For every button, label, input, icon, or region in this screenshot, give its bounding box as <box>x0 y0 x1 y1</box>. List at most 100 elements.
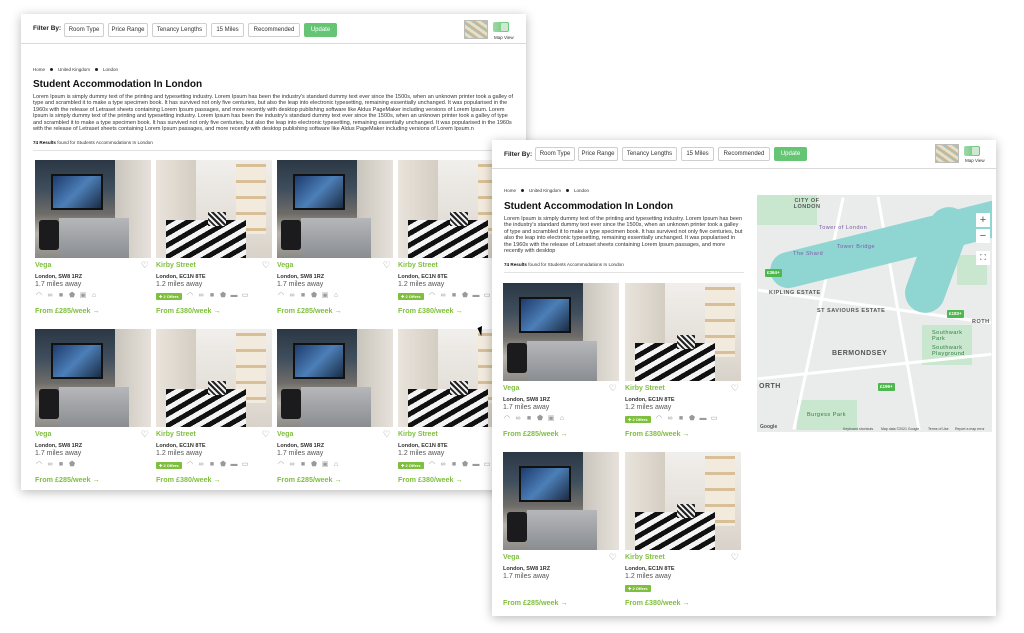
map-label: KIPLING ESTATE <box>769 290 821 296</box>
map-view-toggle[interactable] <box>964 146 980 156</box>
favorite-heart-icon[interactable]: ♡ <box>731 553 739 562</box>
listing-price-link[interactable]: From £285/week → <box>35 475 100 484</box>
price-range-filter[interactable]: Price Range <box>578 147 618 161</box>
listing-name[interactable]: Vega <box>35 431 51 438</box>
map-thumbnail[interactable] <box>935 144 959 163</box>
distance-filter[interactable]: 15 Miles <box>681 147 714 161</box>
keyboard-shortcuts-link[interactable]: Keyboard shortcuts <box>843 427 873 431</box>
listing-card[interactable]: Kirby Street ♡ London, EC1N 8TE 1.2 mile… <box>625 283 741 441</box>
listing-photo[interactable] <box>156 160 272 258</box>
listing-address: London, EC1N 8TE <box>156 274 206 280</box>
favorite-heart-icon[interactable]: ♡ <box>609 384 617 393</box>
sort-filter[interactable]: Recommended <box>248 23 300 37</box>
listing-photo[interactable] <box>35 329 151 427</box>
report-error-link[interactable]: Report a map error <box>955 427 985 431</box>
listing-name[interactable]: Kirby Street <box>398 431 438 438</box>
listing-price-link[interactable]: From £285/week → <box>35 306 100 315</box>
listing-photo[interactable] <box>503 283 619 381</box>
listing-price-link[interactable]: From £380/week → <box>156 306 221 315</box>
map-price-pin[interactable]: £199+ <box>878 383 895 391</box>
distance-filter[interactable]: 15 Miles <box>211 23 244 37</box>
listing-name[interactable]: Kirby Street <box>625 554 665 561</box>
map-thumbnail[interactable] <box>464 20 488 39</box>
breadcrumb-uk[interactable]: United Kingdom <box>529 188 561 193</box>
listing-name[interactable]: Vega <box>35 262 51 269</box>
listing-photo[interactable] <box>156 329 272 427</box>
listing-name[interactable]: Kirby Street <box>156 431 196 438</box>
favorite-heart-icon[interactable]: ♡ <box>262 430 270 439</box>
fullscreen-icon[interactable]: ⛶ <box>976 251 990 265</box>
favorite-heart-icon[interactable]: ♡ <box>383 430 391 439</box>
favorite-heart-icon[interactable]: ♡ <box>141 430 149 439</box>
listing-photo[interactable] <box>277 329 393 427</box>
zoom-out-button[interactable]: − <box>976 229 990 243</box>
listing-card[interactable]: Vega ♡ London, SW8 1RZ 1.7 miles away ◠ ∞… <box>35 329 151 487</box>
map-view-toggle[interactable] <box>493 22 509 32</box>
offers-badge[interactable]: ✚ 2 Offers <box>156 293 182 300</box>
listing-photo[interactable] <box>277 160 393 258</box>
offers-badge[interactable]: ✚ 2 Offers <box>625 416 651 423</box>
listing-photo[interactable] <box>625 283 741 381</box>
listing-card[interactable]: Vega ♡ London, SW8 1RZ 1.7 miles away ◠ ∞… <box>503 283 619 441</box>
favorite-heart-icon[interactable]: ♡ <box>141 261 149 270</box>
room-type-filter[interactable]: Room Type <box>535 147 575 161</box>
map-panel[interactable]: CITY OF LONDON Tower of London Tower Bri… <box>757 195 992 432</box>
offers-badge[interactable]: ✚ 2 Offers <box>398 462 424 469</box>
listing-price-link[interactable]: From £285/week → <box>277 475 342 484</box>
favorite-heart-icon[interactable]: ♡ <box>609 553 617 562</box>
offers-badge[interactable]: ✚ 2 Offers <box>625 585 651 592</box>
listing-name[interactable]: Kirby Street <box>625 385 665 392</box>
listing-card[interactable]: Vega ♡ London, SW8 1RZ 1.7 miles away ◠ ∞… <box>277 329 393 487</box>
breadcrumb-london[interactable]: London <box>103 67 118 72</box>
listing-photo[interactable] <box>503 452 619 550</box>
listing-price-link[interactable]: From £380/week → <box>625 429 690 438</box>
listing-photo[interactable] <box>625 452 741 550</box>
listing-card[interactable]: Kirby Street ♡ London, EC1N 8TE 1.2 mile… <box>156 160 272 318</box>
listing-price-link[interactable]: From £380/week → <box>398 306 463 315</box>
room-type-filter[interactable]: Room Type <box>64 23 104 37</box>
listing-price-link[interactable]: From £285/week → <box>503 429 568 438</box>
update-button[interactable]: Update <box>304 23 337 37</box>
price-range-filter[interactable]: Price Range <box>108 23 148 37</box>
map-price-pin[interactable]: £183+ <box>947 310 964 318</box>
listing-card[interactable]: Kirby Street ♡ London, EC1N 8TE 1.2 mile… <box>625 452 741 610</box>
amenities-row: ◠ ∞ ■ ⬟ ▬ ▭ <box>428 292 491 300</box>
tenancy-lengths-filter[interactable]: Tenancy Lengths <box>152 23 207 37</box>
listing-name[interactable]: Kirby Street <box>156 262 196 269</box>
offers-badge[interactable]: ✚ 2 Offers <box>156 462 182 469</box>
cctv-icon: ■ <box>58 292 64 299</box>
tenancy-lengths-filter[interactable]: Tenancy Lengths <box>622 147 677 161</box>
listing-price-link[interactable]: From £380/week → <box>625 598 690 607</box>
listing-photo[interactable] <box>35 160 151 258</box>
listing-price-link[interactable]: From £285/week → <box>503 598 568 607</box>
zoom-in-button[interactable]: + <box>976 213 990 227</box>
map-price-pin[interactable]: £364+ <box>765 269 782 277</box>
breadcrumb-london[interactable]: London <box>574 188 589 193</box>
favorite-heart-icon[interactable]: ♡ <box>383 261 391 270</box>
listing-name[interactable]: Vega <box>277 262 293 269</box>
listing-name[interactable]: Kirby Street <box>398 262 438 269</box>
listing-name[interactable]: Vega <box>503 554 519 561</box>
listing-card[interactable]: Vega ♡ London, SW8 1RZ 1.7 miles away ◠ ∞… <box>277 160 393 318</box>
sort-filter[interactable]: Recommended <box>718 147 770 161</box>
favorite-heart-icon[interactable]: ♡ <box>731 384 739 393</box>
breadcrumb-uk[interactable]: United Kingdom <box>58 67 90 72</box>
listing-distance: 1.7 miles away <box>35 281 82 288</box>
amenities-row: ◠ ∞ ■ ⬟ ▣ ⌂ <box>277 461 340 469</box>
favorite-heart-icon[interactable]: ♡ <box>262 261 270 270</box>
breadcrumb-home[interactable]: Home <box>33 67 45 72</box>
listing-card[interactable]: Vega ♡ London, SW8 1RZ 1.7 miles away ◠ ∞… <box>35 160 151 318</box>
listing-name[interactable]: Vega <box>277 431 293 438</box>
listing-price-link[interactable]: From £380/week → <box>156 475 221 484</box>
map-label: Southwark Park <box>932 330 963 342</box>
listing-price-link[interactable]: From £285/week → <box>277 306 342 315</box>
terms-link[interactable]: Terms of Use <box>928 427 949 431</box>
update-button[interactable]: Update <box>774 147 807 161</box>
breadcrumb-home[interactable]: Home <box>504 188 516 193</box>
listing-price-link[interactable]: From £380/week → <box>398 475 463 484</box>
page-title: Student Accommodation In London <box>504 201 674 212</box>
listing-card[interactable]: Kirby Street ♡ London, EC1N 8TE 1.2 mile… <box>156 329 272 487</box>
listing-name[interactable]: Vega <box>503 385 519 392</box>
listing-card[interactable]: Vega ♡ London, SW8 1RZ 1.7 miles away Fr… <box>503 452 619 610</box>
offers-badge[interactable]: ✚ 2 Offers <box>398 293 424 300</box>
